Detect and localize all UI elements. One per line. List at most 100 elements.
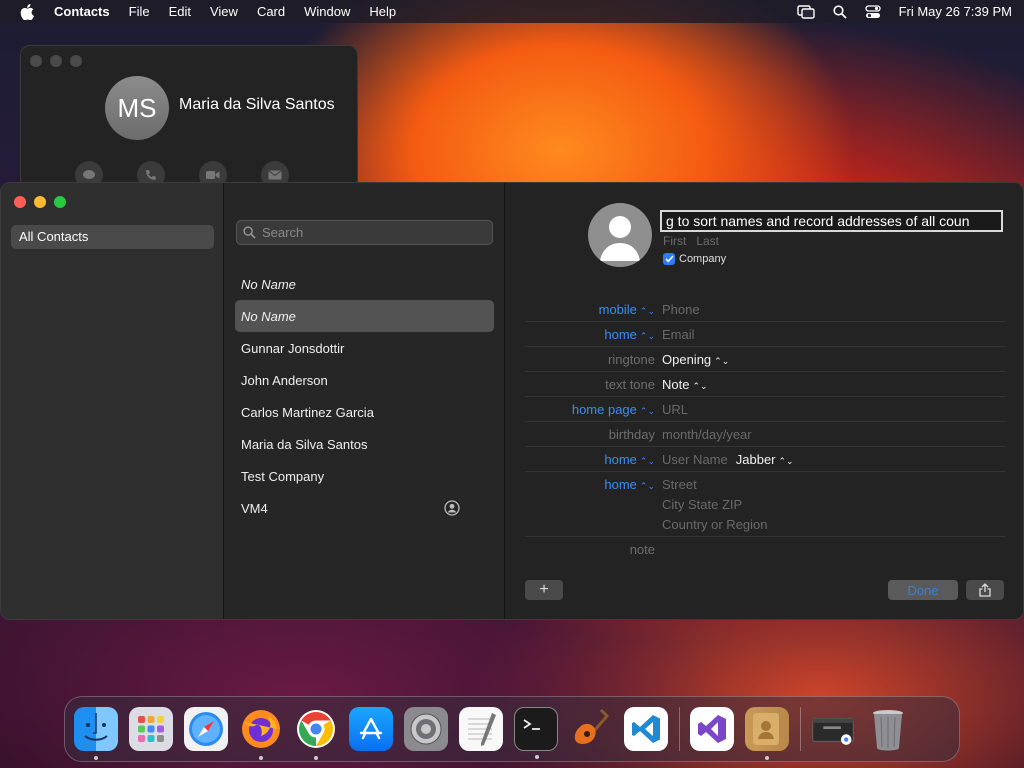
dock bbox=[64, 696, 960, 762]
text-tone-popup[interactable]: Note ⌃⌄ bbox=[662, 377, 708, 392]
control-center-icon[interactable] bbox=[864, 4, 881, 19]
company-label: Company bbox=[679, 253, 727, 265]
field-label: birthday bbox=[608, 427, 655, 442]
street-field[interactable]: Street bbox=[662, 477, 697, 492]
dock-firefox[interactable] bbox=[239, 707, 283, 760]
close-button[interactable] bbox=[30, 55, 42, 67]
field-row-birthday: birthday month/day/year bbox=[525, 422, 1005, 447]
company-checkbox[interactable]: Company bbox=[663, 253, 726, 265]
dock-chrome-window[interactable] bbox=[811, 707, 855, 751]
field-label-dropdown[interactable]: home page ⌃⌄ bbox=[572, 402, 655, 417]
browser-window-icon bbox=[812, 718, 854, 745]
last-name-field[interactable]: Last bbox=[696, 234, 719, 248]
phone-field[interactable]: Phone bbox=[662, 302, 700, 317]
menu-help[interactable]: Help bbox=[369, 4, 396, 19]
zoom-button[interactable] bbox=[70, 55, 82, 67]
first-name-field[interactable]: First bbox=[663, 234, 686, 248]
dock-garageband[interactable] bbox=[569, 707, 613, 751]
field-label: text tone bbox=[605, 377, 655, 392]
birthday-field[interactable]: month/day/year bbox=[662, 427, 752, 442]
name-placeholders: First Last bbox=[663, 234, 729, 248]
field-row-text-tone: text tone Note ⌃⌄ bbox=[525, 372, 1005, 397]
terminal-icon bbox=[523, 719, 540, 730]
list-item[interactable]: Maria da Silva Santos bbox=[235, 428, 494, 460]
list-item[interactable]: Gunnar Jonsdottir bbox=[235, 332, 494, 364]
url-field[interactable]: URL bbox=[662, 402, 688, 417]
list-item[interactable]: Test Company bbox=[235, 460, 494, 492]
screen-mirroring-icon[interactable] bbox=[796, 4, 815, 19]
safari-icon bbox=[189, 712, 223, 746]
username-field[interactable]: User Name Jabber ⌃⌄ bbox=[662, 452, 794, 467]
list-item[interactable]: Carlos Martinez Garcia bbox=[235, 396, 494, 428]
dock-finder[interactable] bbox=[74, 707, 118, 760]
spotlight-search-icon[interactable] bbox=[832, 4, 847, 19]
gear-icon bbox=[410, 713, 442, 745]
menu-card[interactable]: Card bbox=[257, 4, 285, 19]
minimize-button[interactable] bbox=[34, 196, 46, 208]
field-row-ringtone: ringtone Opening ⌃⌄ bbox=[525, 347, 1005, 372]
menu-bar: Contacts File Edit View Card Window Help… bbox=[0, 0, 1024, 23]
city-state-zip-field[interactable]: City State ZIP bbox=[662, 497, 742, 512]
guitar-icon bbox=[574, 708, 610, 744]
dock-safari[interactable] bbox=[184, 707, 228, 751]
done-button[interactable]: Done bbox=[888, 580, 958, 600]
menu-view[interactable]: View bbox=[210, 4, 238, 19]
minimize-button[interactable] bbox=[50, 55, 62, 67]
textedit-icon bbox=[468, 713, 496, 746]
field-row-instant-message: home ⌃⌄ User Name Jabber ⌃⌄ bbox=[525, 447, 1005, 472]
zoom-button[interactable] bbox=[54, 196, 66, 208]
service-popup[interactable]: Jabber ⌃⌄ bbox=[736, 452, 794, 467]
menu-edit[interactable]: Edit bbox=[169, 4, 191, 19]
country-field[interactable]: Country or Region bbox=[662, 517, 768, 532]
field-row-email: home ⌃⌄ Email bbox=[525, 322, 1005, 347]
phone-icon bbox=[146, 170, 156, 180]
avatar[interactable] bbox=[588, 203, 652, 267]
sidebar-item-all-contacts[interactable]: All Contacts bbox=[11, 225, 214, 249]
search-field[interactable] bbox=[236, 220, 493, 245]
dock-chrome[interactable] bbox=[294, 707, 338, 760]
menu-window[interactable]: Window bbox=[304, 4, 350, 19]
finder-icon bbox=[84, 713, 108, 741]
ringtone-popup[interactable]: Opening ⌃⌄ bbox=[662, 352, 729, 367]
dock-system-preferences[interactable] bbox=[404, 707, 448, 751]
dock-app-store[interactable] bbox=[349, 707, 393, 751]
menu-clock[interactable]: Fri May 26 7:39 PM bbox=[899, 4, 1012, 19]
field-label-dropdown[interactable]: home ⌃⌄ bbox=[604, 327, 655, 342]
search-input[interactable] bbox=[262, 225, 482, 240]
contacts-icon bbox=[753, 713, 779, 745]
list-item[interactable]: VM4 bbox=[235, 492, 494, 524]
menu-file[interactable]: File bbox=[129, 4, 150, 19]
contact-name: Maria da Silva Santos bbox=[179, 96, 335, 113]
dock-textedit[interactable] bbox=[459, 707, 503, 751]
dock-launchpad[interactable] bbox=[129, 707, 173, 751]
add-field-button[interactable]: + bbox=[525, 580, 563, 600]
apple-icon[interactable] bbox=[20, 3, 34, 20]
close-button[interactable] bbox=[14, 196, 26, 208]
dock-contacts[interactable] bbox=[745, 707, 789, 760]
email-field[interactable]: Email bbox=[662, 327, 695, 342]
trash-icon bbox=[873, 710, 903, 751]
chrome-icon bbox=[297, 710, 335, 748]
visual-studio-icon bbox=[698, 715, 726, 743]
name-field[interactable]: g to sort names and record addresses of … bbox=[660, 210, 1003, 232]
dock-terminal[interactable] bbox=[514, 707, 558, 759]
field-row-mobile: mobile ⌃⌄ Phone bbox=[525, 297, 1005, 322]
share-icon bbox=[979, 583, 991, 597]
dock-vscode[interactable] bbox=[624, 707, 668, 751]
list-item[interactable]: No Name bbox=[235, 268, 494, 300]
field-label-dropdown[interactable]: home ⌃⌄ bbox=[604, 477, 655, 492]
window-controls bbox=[14, 196, 66, 208]
field-label: ringtone bbox=[608, 352, 655, 367]
field-label-dropdown[interactable]: mobile ⌃⌄ bbox=[599, 302, 655, 317]
list-item-selected[interactable]: No Name bbox=[235, 300, 494, 332]
contact-card-window: MS Maria da Silva Santos bbox=[20, 45, 358, 190]
dock-trash[interactable] bbox=[866, 707, 910, 751]
search-icon bbox=[243, 226, 256, 239]
dock-visual-studio[interactable] bbox=[690, 707, 734, 751]
list-item[interactable]: John Anderson bbox=[235, 364, 494, 396]
share-button[interactable] bbox=[966, 580, 1004, 600]
mail-icon bbox=[268, 170, 282, 180]
field-label-dropdown[interactable]: home ⌃⌄ bbox=[604, 452, 655, 467]
menu-app-name[interactable]: Contacts bbox=[54, 4, 110, 19]
window-controls bbox=[30, 55, 82, 67]
